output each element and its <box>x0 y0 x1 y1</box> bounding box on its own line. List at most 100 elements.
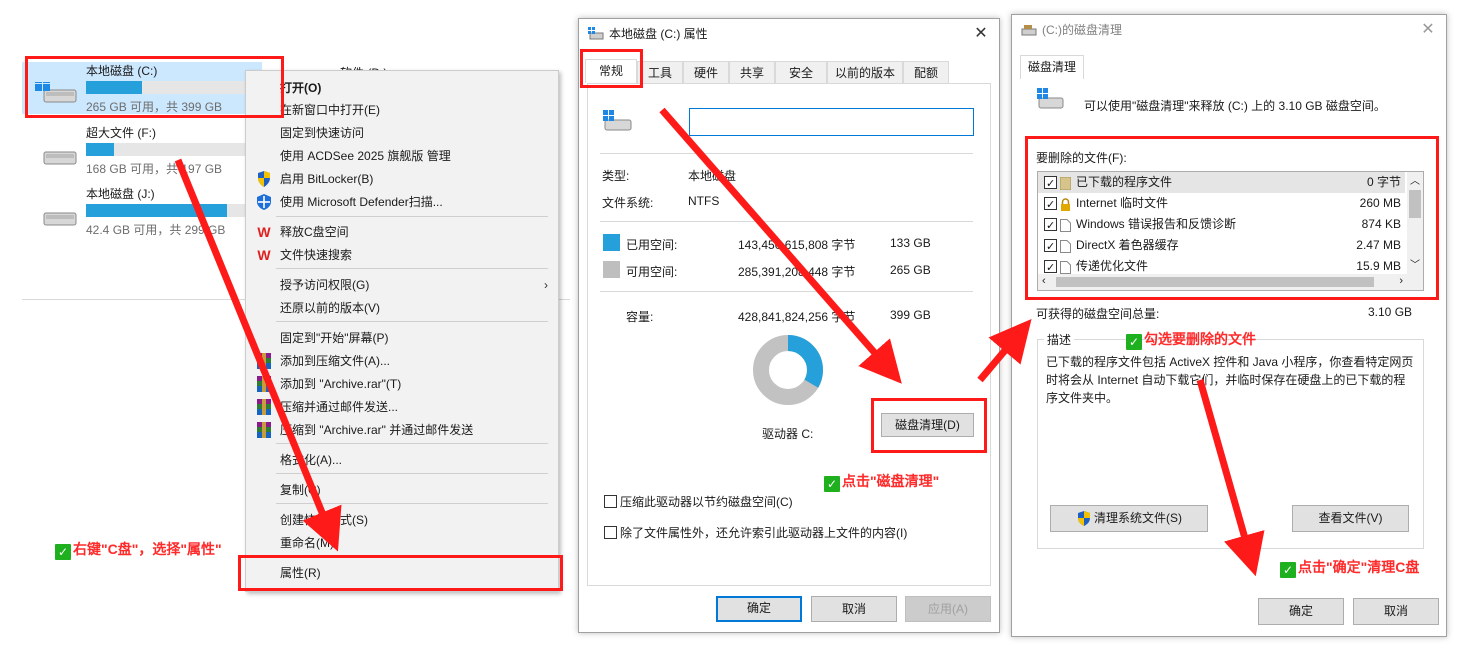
context-menu-label: 重命名(M) <box>280 536 334 550</box>
tab-sharing[interactable]: 共享 <box>729 61 775 83</box>
check-icon: ✓ <box>55 544 71 560</box>
drive-letter-label: 驱动器 C: <box>762 427 814 441</box>
context-menu-item-8[interactable]: 授予访问权限(G) › <box>246 274 558 296</box>
properties-apply-button[interactable]: 应用(A) <box>905 596 991 622</box>
step4-text: 点击"确定"清理C盘 <box>1298 559 1420 575</box>
capacity-bytes: 428,841,824,256 字节 <box>738 310 856 324</box>
close-icon[interactable]: ✕ <box>971 23 991 43</box>
drive-f[interactable]: 超大文件 (F:) 168 GB 可用，共 197 GB <box>22 124 262 176</box>
shield-icon <box>256 171 272 187</box>
tab-disk-cleanup[interactable]: 磁盘清理 <box>1020 55 1084 79</box>
context-menu-label: 启用 BitLocker(B) <box>280 172 374 186</box>
context-menu-label: 创建快捷方式(S) <box>280 513 368 527</box>
properties-title: 本地磁盘 (C:) 属性 <box>609 27 708 41</box>
context-menu-label: 固定到快速访问 <box>280 126 365 140</box>
properties-tabs: 常规 工具 硬件 共享 安全 以前的版本 配额 <box>585 59 985 83</box>
menu-separator <box>276 321 548 322</box>
context-menu-item-16[interactable]: 复制(C) <box>246 479 558 501</box>
context-menu-label: 授予访问权限(G) <box>280 278 370 292</box>
step3-note: ✓ 勾选要删除的文件 <box>1126 329 1256 350</box>
context-menu-item-4[interactable]: 启用 BitLocker(B) <box>246 168 558 190</box>
context-menu-item-13[interactable]: 压缩并通过邮件发送... <box>246 396 558 418</box>
context-menu-item-18[interactable]: 重命名(M) <box>246 532 558 554</box>
tab-previous-versions[interactable]: 以前的版本 <box>827 61 903 83</box>
context-menu-item-1[interactable]: 在新窗口中打开(E) <box>246 99 558 121</box>
context-menu-item-11[interactable]: 添加到压缩文件(A)... <box>246 350 558 372</box>
context-menu-label: 使用 Microsoft Defender扫描... <box>280 195 443 209</box>
context-menu-item-6[interactable]: W 释放C盘空间 <box>246 221 558 243</box>
disk-cleanup-dialog: (C:)的磁盘清理 ✕ 磁盘清理 可以使用"磁盘清理"来释放 (C:) 上的 3… <box>1011 14 1447 637</box>
description-label: 描述 <box>1044 331 1075 348</box>
cleanup-title-bar[interactable]: (C:)的磁盘清理 <box>1012 15 1446 45</box>
cleanup-title-icon <box>1021 25 1037 36</box>
context-menu-label: 添加到压缩文件(A)... <box>280 354 390 368</box>
step2-note: ✓ 点击"磁盘清理" <box>824 471 939 492</box>
context-menu-item-10[interactable]: 固定到"开始"屏幕(P) <box>246 327 558 349</box>
drive-j-usage-bar <box>86 204 250 217</box>
context-menu-item-9[interactable]: 还原以前的版本(V) <box>246 297 558 319</box>
view-files-button[interactable]: 查看文件(V) <box>1292 505 1409 532</box>
tab-quota[interactable]: 配额 <box>903 61 949 83</box>
context-menu-label: 还原以前的版本(V) <box>280 301 380 315</box>
general-panel: 类型: 本地磁盘 文件系统: NTFS 已用空间: 143,450,615,80… <box>587 83 991 586</box>
compress-label: 压缩此驱动器以节约磁盘空间(C) <box>620 495 793 509</box>
context-menu-item-15[interactable]: 格式化(A)... <box>246 449 558 471</box>
cleanup-cancel-button[interactable]: 取消 <box>1353 598 1439 625</box>
cleanup-ok-button[interactable]: 确定 <box>1258 598 1344 625</box>
drive-f-info: 168 GB 可用，共 197 GB <box>86 162 223 176</box>
tab-hardware[interactable]: 硬件 <box>683 61 729 83</box>
context-menu-label: 文件快速搜索 <box>280 248 353 262</box>
step2-text: 点击"磁盘清理" <box>842 473 940 489</box>
step1-note: ✓ 右键"C盘"，选择"属性" <box>55 539 222 560</box>
context-menu-item-17[interactable]: 创建快捷方式(S) <box>246 509 558 531</box>
context-menu-item-2[interactable]: 固定到快速访问 <box>246 122 558 144</box>
tab-security[interactable]: 安全 <box>775 61 827 83</box>
drive-title-icon <box>588 27 604 40</box>
winrar-icon <box>256 422 272 438</box>
submenu-arrow-icon: › <box>544 278 548 292</box>
context-menu-item-5[interactable]: 使用 Microsoft Defender扫描... <box>246 191 558 213</box>
context-menu-label: 复制(C) <box>280 483 321 497</box>
context-menu-item-7[interactable]: W 文件快速搜索 <box>246 244 558 266</box>
highlight-files-list <box>1025 136 1439 300</box>
check-icon: ✓ <box>824 476 840 492</box>
drive-j-info: 42.4 GB 可用，共 299 GB <box>86 223 226 237</box>
filesystem-label: 文件系统: <box>602 196 654 210</box>
menu-separator <box>276 473 548 474</box>
cleanup-intro: 可以使用"磁盘清理"来释放 (C:) 上的 3.10 GB 磁盘空间。 <box>1084 99 1386 113</box>
context-menu-label: 压缩并通过邮件发送... <box>280 400 399 414</box>
highlight-general-tab <box>580 49 643 88</box>
highlight-properties-item <box>238 555 563 591</box>
context-menu-label: 打开(O) <box>280 81 322 95</box>
wps-icon: W <box>257 224 271 240</box>
drive-j-name: 本地磁盘 (J:) <box>86 187 155 201</box>
step3-text: 勾选要删除的文件 <box>1144 331 1256 347</box>
clean-system-files-button[interactable]: 清理系统文件(S) <box>1050 505 1208 532</box>
context-menu-item-3[interactable]: 使用 ACDSee 2025 旗舰版 管理 <box>246 145 558 167</box>
compress-checkbox[interactable] <box>604 495 617 508</box>
used-space-gb: 133 GB <box>890 236 931 250</box>
separator <box>600 153 973 154</box>
context-menu-item-14[interactable]: 压缩到 "Archive.rar" 并通过邮件发送 <box>246 419 558 441</box>
close-icon[interactable]: ✕ <box>1418 19 1438 39</box>
properties-ok-button[interactable]: 确定 <box>716 596 802 622</box>
properties-title-bar[interactable]: 本地磁盘 (C:) 属性 <box>579 19 999 49</box>
cleanup-drive-icon <box>1037 88 1064 109</box>
drive-label-input[interactable] <box>689 108 974 136</box>
winrar-icon <box>256 353 272 369</box>
context-menu-item-0[interactable]: 打开(O) <box>246 77 558 99</box>
drive-j[interactable]: 本地磁盘 (J:) 42.4 GB 可用，共 299 GB <box>22 185 262 237</box>
tab-tools[interactable]: 工具 <box>637 61 683 83</box>
step1-text: 右键"C盘"，选择"属性" <box>73 541 222 557</box>
disk-usage-donut <box>753 335 823 405</box>
context-menu-label: 压缩到 "Archive.rar" 并通过邮件发送 <box>280 423 474 437</box>
index-checkbox[interactable] <box>604 526 617 539</box>
properties-cancel-button[interactable]: 取消 <box>811 596 897 622</box>
highlight-drive-c <box>25 56 284 118</box>
context-menu-item-12[interactable]: 添加到 "Archive.rar"(T) <box>246 373 558 395</box>
separator <box>600 291 973 292</box>
check-icon: ✓ <box>1280 562 1296 578</box>
check-icon: ✓ <box>1126 334 1142 350</box>
filesystem-value: NTFS <box>688 194 720 208</box>
used-space-label: 已用空间: <box>626 238 678 252</box>
